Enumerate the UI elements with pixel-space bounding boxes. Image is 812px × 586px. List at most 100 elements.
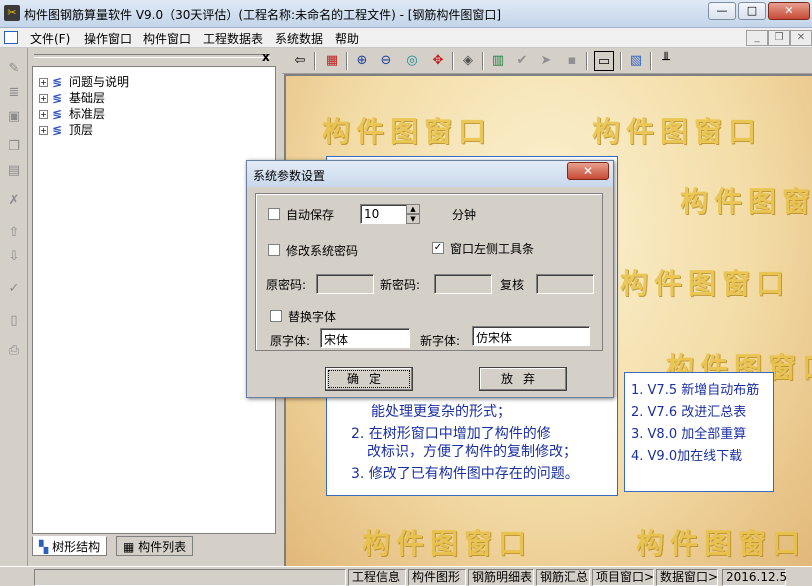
version-line: 4. V9.0加在线下载 [631,449,743,464]
system-settings-dialog: 系统参数设置 ✕ 自动保存 10 ▲ ▼ 分钟 修改系统密码 ✓ 窗口左侧工具条… [246,160,614,398]
note-line: 3. 修改了已有构件图中存在的问题。 [351,466,579,482]
dialog-close-button[interactable]: ✕ [567,162,609,180]
version-line: 1. V7.5 新增自动布筋 [631,383,760,398]
watermark: 构件图窗口 [592,115,763,148]
spin-down-icon[interactable]: ▼ [406,214,420,224]
status-message [34,569,346,586]
menu-help[interactable]: 帮助 [335,30,359,47]
arrow-left-icon[interactable]: ⇦ [290,51,310,71]
toolbar-separator [346,52,348,70]
version-history-panel: 1. V7.5 新增自动布筋 2. V7.6 改进汇总表 3. V8.0 加全部… [624,372,774,492]
stop-icon[interactable]: ▪ [562,51,582,71]
tree-node[interactable]: + ≶ 顶层 [39,121,93,137]
palette-icon[interactable]: ▧ [626,51,646,71]
expand-icon[interactable]: + [39,110,48,119]
zoom-in-icon[interactable]: ⊕ [352,51,372,71]
grid-icon[interactable]: ▦ [322,51,342,71]
mdi-minimize-button[interactable]: _ [746,30,768,46]
status-date: 2016.12.5 [722,569,787,586]
tree-node[interactable]: + ≶ 问题与说明 [39,73,129,89]
calc-icon[interactable]: ▤ [4,162,24,180]
tree-view[interactable]: + ≶ 问题与说明 + ≶ 基础层 + ≶ 标准层 + ≶ 顶层 [32,66,276,534]
delete-icon[interactable]: ✗ [4,192,24,210]
zoom-out-icon[interactable]: ⊖ [376,51,396,71]
note-line: 能处理更复杂的形式； [371,404,511,420]
tab-tree-structure[interactable]: ▚ 树形结构 [32,536,108,556]
tree-node[interactable]: + ≶ 基础层 [39,89,105,105]
window-icon[interactable]: ▭ [594,51,614,71]
panel-grip[interactable] [34,54,270,58]
draw-icon[interactable]: ✎ [4,60,24,78]
tree-node-label: 基础层 [69,91,106,105]
table-icon: ▦ [123,540,135,554]
minimize-button[interactable]: — [708,2,736,20]
ok-button[interactable]: 确定 [325,367,413,391]
old-font-label: 原字体: [270,334,311,348]
mdi-close-button[interactable]: ✕ [790,30,812,46]
layers-icon[interactable]: ◎ [402,51,422,71]
left-toolbar-checkbox[interactable]: ✓ [432,242,444,254]
expand-icon[interactable]: + [39,126,48,135]
columns-icon[interactable]: ▥ [488,51,508,71]
layer-icon: ≶ [52,75,63,89]
toolbar-separator [650,52,652,70]
new-password-field[interactable] [434,274,492,294]
rebar-icon[interactable]: ≣ [4,84,24,102]
tree-node[interactable]: + ≶ 标准层 [39,105,105,121]
eraser-icon[interactable]: ◈ [458,51,478,71]
old-font-input[interactable]: 宋体 [320,328,410,348]
menu-bar: 文件(F) 操作窗口 构件窗口 工程数据表 系统数据 帮助 _ ❐ ✕ [0,28,812,48]
tab-label: 树形结构 [52,540,101,554]
autosave-checkbox[interactable] [268,208,280,220]
change-password-checkbox[interactable] [268,244,280,256]
status-data-window[interactable]: 数据窗口> [656,569,718,586]
page-icon[interactable]: ▯ [4,312,24,330]
expand-icon[interactable]: + [39,78,48,87]
autosave-label: 自动保存 [286,208,335,222]
check-icon[interactable]: ✔ [512,51,532,71]
status-rebar-summary[interactable]: 钢筋汇总 [536,569,590,586]
dialog-title-bar[interactable]: 系统参数设置 ✕ [247,161,613,187]
check-off-icon[interactable]: ✓ [4,280,24,298]
tree-node-label: 顶层 [69,123,94,137]
old-password-field[interactable] [316,274,374,294]
status-project-info[interactable]: 工程信息 [348,569,406,586]
replace-font-label: 替换字体 [288,310,337,324]
menu-file[interactable]: 文件(F) [30,30,70,47]
forward-icon[interactable]: ➤ [536,51,556,71]
mdi-restore-button[interactable]: ❐ [768,30,790,46]
status-rebar-detail[interactable]: 钢筋明细表 [468,569,534,586]
expand-icon[interactable]: + [39,94,48,103]
document-icon[interactable] [4,31,18,44]
status-project-window[interactable]: 项目窗口> [592,569,654,586]
ruler-icon[interactable]: ╨ [656,51,676,71]
watermark: 构件图窗口 [636,527,807,560]
maximize-button[interactable]: □ [738,2,766,20]
replace-font-checkbox[interactable] [270,310,282,322]
menu-project-data[interactable]: 工程数据表 [203,30,263,47]
confirm-password-field[interactable] [536,274,594,294]
target-icon[interactable]: ✥ [428,51,448,71]
tree-icon: ▚ [39,540,49,554]
menu-system-data[interactable]: 系统数据 [275,30,323,47]
move-down-icon[interactable]: ⇩ [4,248,24,266]
note-line: 2. 在树形窗口中增加了构件的修 [351,426,551,442]
toolbar-separator [586,52,588,70]
cancel-button[interactable]: 放弃 [479,367,567,391]
status-component-graphics[interactable]: 构件图形 [408,569,466,586]
menu-component-window[interactable]: 构件窗口 [143,30,191,47]
print-icon[interactable]: ⎙ [4,342,24,360]
close-button[interactable]: ✕ [768,2,810,20]
tab-component-list[interactable]: ▦ 构件列表 [116,536,194,556]
menu-operate-window[interactable]: 操作窗口 [84,30,132,47]
box-icon[interactable]: ▣ [4,108,24,126]
move-up-icon[interactable]: ⇧ [4,224,24,242]
autosave-unit: 分钟 [452,208,477,222]
confirm-password-label: 复核 [500,278,525,292]
left-toolbar-label: 窗口左侧工具条 [450,242,535,256]
copy-icon[interactable]: ❐ [4,138,24,156]
new-font-input[interactable]: 仿宋体 [472,326,590,346]
spin-up-icon[interactable]: ▲ [406,204,420,214]
top-toolbar: ⇦ ▦ ⊕ ⊖ ◎ ✥ ◈ ▥ ✔ ➤ ▪ ▭ ▧ ╨ [282,48,812,74]
tree-close-icon[interactable]: x [262,50,270,64]
